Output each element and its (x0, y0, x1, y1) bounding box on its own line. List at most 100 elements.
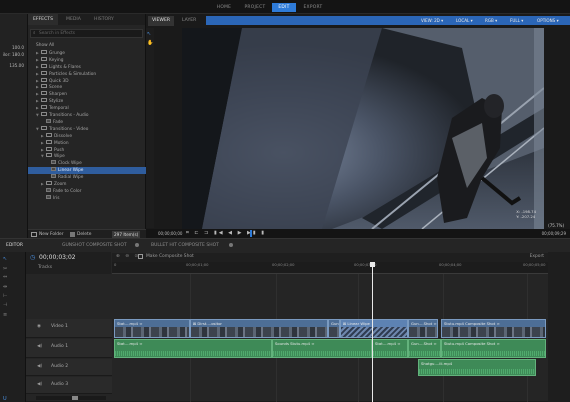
video-clip[interactable]: Stat....mp4 ∞ (114, 319, 190, 338)
effects-filter[interactable]: Show All (28, 43, 146, 50)
timeline-ruler[interactable]: 0 00;00;01;00 00;00;02;00 00;00;03;00 00… (112, 262, 548, 274)
zoom-slider[interactable] (36, 396, 106, 400)
tab-gunshot-composite[interactable]: GUNSHOT COMPOSITE SHOT (62, 241, 127, 250)
effects-search-input[interactable]: ⌕ Search in Effects (30, 29, 143, 38)
effects-folder[interactable]: ▶ Lights & Flares (28, 63, 146, 71)
gear-icon[interactable] (229, 243, 233, 247)
pointer-tool-icon[interactable]: ↖ (147, 31, 151, 37)
timeline-buttons[interactable]: ⊕ ⊖ ⊙ (116, 254, 140, 259)
hand-tool-icon[interactable]: ✋ (147, 40, 153, 46)
tab-project[interactable]: PROJECT (239, 3, 271, 12)
effects-folder[interactable]: ▶ Grunge (28, 49, 146, 57)
speaker-icon[interactable]: ◀) (37, 364, 42, 369)
make-composite-shot-button[interactable]: Make Composite Shot (146, 254, 194, 259)
effect-item[interactable]: Fade (28, 118, 146, 126)
export-button[interactable]: Export (530, 254, 544, 259)
effect-label: Transitions - Video (49, 126, 89, 132)
tab-home[interactable]: HOME (210, 3, 238, 12)
audio-clip[interactable]: Stutu.mp4 Composite Shot ∞ (441, 339, 546, 358)
effects-folder[interactable]: ▶ Dissolve (28, 132, 146, 140)
audio-clip[interactable]: Shotgu....ili.mp4 (418, 359, 536, 376)
effects-folder[interactable]: ▶ Zoom (28, 181, 146, 188)
folder-icon (41, 70, 47, 75)
effects-folder[interactable]: ▶ Scene (28, 84, 146, 91)
speaker-icon[interactable]: ◀) (37, 344, 42, 349)
audio-clip[interactable]: Gun....Shot ∞ (408, 339, 441, 358)
eye-icon[interactable]: ◉ (37, 324, 41, 329)
playhead-marker[interactable] (250, 230, 252, 237)
track-name: Video 1 (51, 324, 68, 329)
ripple-tool-icon[interactable]: ⊢ (3, 293, 7, 299)
tab-bullet-hit-composite[interactable]: BULLET HIT COMPOSITE SHOT (151, 241, 219, 250)
effects-folder[interactable]: ▼ Wipe (28, 153, 146, 160)
video-frame[interactable]: X: -198.74 Y: -207.24 (182, 28, 544, 229)
effects-folder[interactable]: ▶ Particles & Simulation (28, 70, 146, 78)
zoom-slider-handle[interactable] (72, 396, 78, 400)
effects-folder[interactable]: ▼ Transitions - Video (28, 125, 146, 133)
effects-folder[interactable]: ▶ Temporal (28, 105, 146, 112)
space-dropdown[interactable]: LOCAL ▾ (453, 16, 476, 25)
options-dropdown[interactable]: OPTIONS ▾ (534, 16, 562, 25)
video-clip[interactable]: ⊠ Dirst....ositor (190, 319, 328, 338)
razor-tool-icon[interactable]: ✂ (3, 266, 7, 272)
effect-label: Keying (49, 57, 64, 63)
transition-clip[interactable]: ⊠ Linear Wipe (340, 319, 408, 338)
roll-tool-icon[interactable]: ⊣ (3, 302, 7, 308)
audio-clip[interactable]: Stat....mp4 ∞ (372, 339, 408, 358)
slip-tool-icon[interactable]: ⇔ (3, 274, 7, 280)
view-mode-dropdown[interactable]: VIEW: 2D ▾ (418, 16, 447, 25)
timecode-display[interactable]: 00;00;03;02 (39, 254, 76, 261)
tab-effects[interactable]: EFFECTS (28, 14, 58, 25)
effects-folder[interactable]: ▶ Push (28, 146, 146, 154)
tab-export[interactable]: EXPORT (298, 3, 328, 12)
effect-icon (46, 118, 51, 123)
timeline-playhead[interactable] (370, 262, 375, 402)
new-folder-button[interactable]: New Folder (39, 231, 64, 238)
transport-controls[interactable]: ⌗ ⊏ ⊐ ▮◀ ◀ ▶ ▶▮ ▮ (186, 230, 266, 236)
tab-media[interactable]: MEDIA (66, 14, 81, 25)
timeline-scrollbar[interactable] (548, 252, 570, 402)
effect-icon (51, 160, 56, 165)
slide-tool-icon[interactable]: ⇹ (3, 284, 7, 290)
snap-tool-icon[interactable]: ≡ (3, 312, 7, 318)
effect-item[interactable]: Fade to Color (28, 187, 146, 195)
effects-folder[interactable]: ▶ Keying (28, 56, 146, 64)
channel-dropdown[interactable]: RGB ▾ (482, 16, 501, 25)
tab-layer[interactable]: LAYER (178, 16, 200, 26)
track-name: Audio 2 (51, 364, 69, 369)
speaker-icon[interactable]: ◀) (37, 382, 42, 387)
gear-icon[interactable] (135, 243, 139, 247)
tab-history[interactable]: HISTORY (94, 14, 114, 25)
select-tool-icon[interactable]: ↖ (3, 256, 7, 262)
effect-label: Quick 3D (49, 78, 69, 84)
playhead-handle[interactable] (370, 262, 375, 267)
effects-folder[interactable]: ▶ Motion (28, 139, 146, 147)
tab-editor[interactable]: EDITOR (6, 241, 23, 250)
folder-icon (41, 98, 47, 103)
track-video-1: ◉ Video 1 Stat....mp4 ∞ ⊠ Dirst....osito… (26, 319, 548, 338)
resolution-dropdown[interactable]: FULL ▾ (507, 16, 527, 25)
search-placeholder: Search in Effects (39, 31, 76, 36)
effect-item[interactable]: Clock Wipe (28, 160, 146, 167)
effect-item[interactable]: Radial Wipe (28, 174, 146, 181)
effects-folder[interactable]: ▶ Quick 3D (28, 77, 146, 85)
effects-folder[interactable]: ▶ Sharpen (28, 91, 146, 98)
effect-item[interactable]: Iris (28, 194, 146, 202)
tab-viewer[interactable]: VIEWER (148, 16, 175, 26)
effects-folder[interactable]: ▶ Stylize (28, 98, 146, 105)
tab-edit[interactable]: EDIT (272, 3, 296, 12)
property-value[interactable]: 100.0 (0, 45, 24, 50)
tracks-label: Tracks (38, 265, 53, 270)
property-value[interactable]: 135.00 (0, 63, 24, 68)
audio-clip[interactable]: Stat....mp4 ∞ (114, 339, 272, 358)
delete-button[interactable]: Delete (77, 231, 91, 238)
video-clip[interactable]: Gun (328, 319, 340, 338)
video-clip[interactable]: Stutu.mp4 Composite Shot ∞ (441, 319, 546, 338)
property-value[interactable]: ilor: 180.0 (0, 52, 24, 57)
zoom-level[interactable]: (75.7%) (548, 223, 564, 228)
effects-folder[interactable]: ▼ Transitions - Audio (28, 112, 146, 119)
video-clip[interactable]: Gun....Shot ∞ (408, 319, 438, 338)
effect-item[interactable]: Linear Wipe (28, 167, 146, 175)
audio-clip[interactable]: Sounds Stutu.mp4 ∞ (272, 339, 372, 358)
magnet-icon[interactable]: U (3, 396, 7, 402)
